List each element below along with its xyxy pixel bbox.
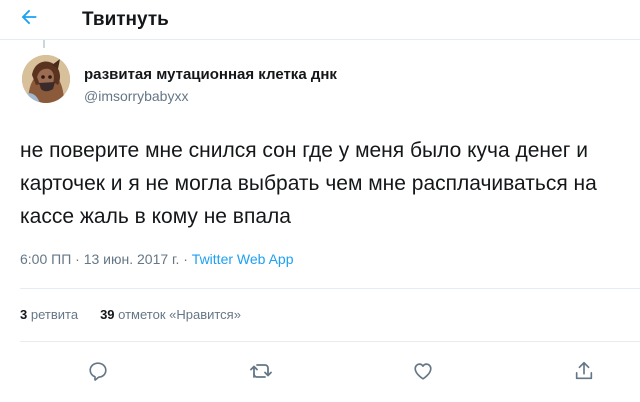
tweet-stats: 3 ретвита 39 отметок «Нравится» [20,306,241,324]
header: Твитнуть [0,0,640,40]
meta-separator: · [179,251,192,267]
tweet-time[interactable]: 6:00 ПП [20,251,71,267]
tweet-meta: 6:00 ПП · 13 июн. 2017 г. · Twitter Web … [20,250,293,268]
retweets-count: 3 [20,307,28,322]
retweets-stat[interactable]: 3 ретвита [20,307,78,322]
retweet-button[interactable] [246,358,276,388]
share-button[interactable] [569,358,599,388]
divider [20,288,640,289]
retweets-label: ретвита [30,307,79,322]
reply-button[interactable] [83,358,113,388]
back-button[interactable] [16,6,42,32]
arrow-left-icon [18,6,40,33]
user-handle[interactable]: @imsorrybabyxx [84,87,188,105]
tweet-text: не поверите мне снился сон где у меня бы… [20,139,597,228]
thread-connector [43,40,45,48]
tweet-source-link[interactable]: Twitter Web App [192,251,294,267]
likes-label: отметок «Нравится» [118,307,241,322]
likes-count: 39 [100,307,115,322]
tweet-date[interactable]: 13 июн. 2017 г. [84,251,180,267]
likes-stat[interactable]: 39 отметок «Нравится» [100,307,241,322]
avatar[interactable] [22,55,70,103]
heart-icon [412,360,434,387]
meta-separator: · [71,251,84,267]
share-icon [573,360,595,387]
page-title: Твитнуть [82,9,169,30]
retweet-icon [249,360,273,387]
reply-icon [87,360,109,387]
like-button[interactable] [408,358,438,388]
action-bar [0,358,640,388]
display-name[interactable]: развитая мутационная клетка днк [84,66,337,84]
divider [20,341,640,342]
